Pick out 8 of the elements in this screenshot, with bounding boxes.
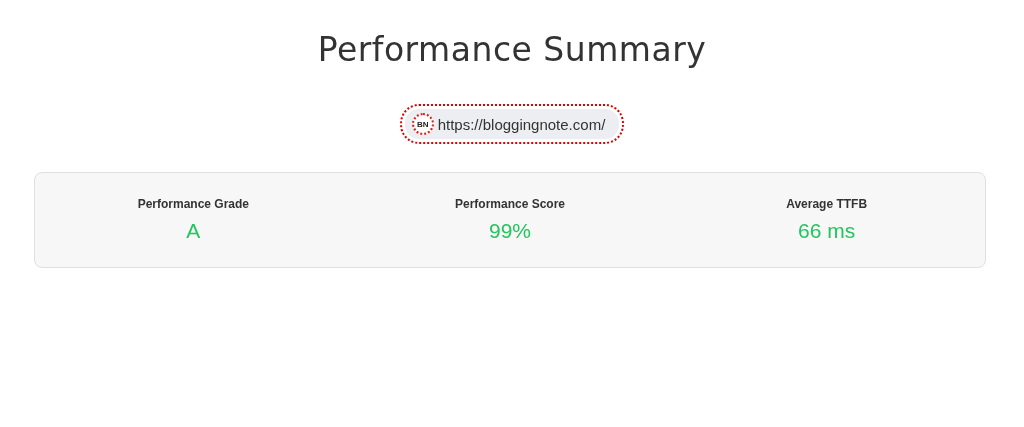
metric-label: Performance Score (454, 197, 565, 211)
metric-label: Performance Grade (137, 197, 249, 211)
metric-label: Average TTFB (786, 197, 868, 211)
metric-value: A (186, 219, 201, 243)
metric-value: 99% (488, 219, 531, 243)
site-logo-icon: BN (411, 113, 434, 135)
metric-value: 66 ms (798, 219, 856, 243)
page-title: Performance Summary (316, 30, 708, 69)
